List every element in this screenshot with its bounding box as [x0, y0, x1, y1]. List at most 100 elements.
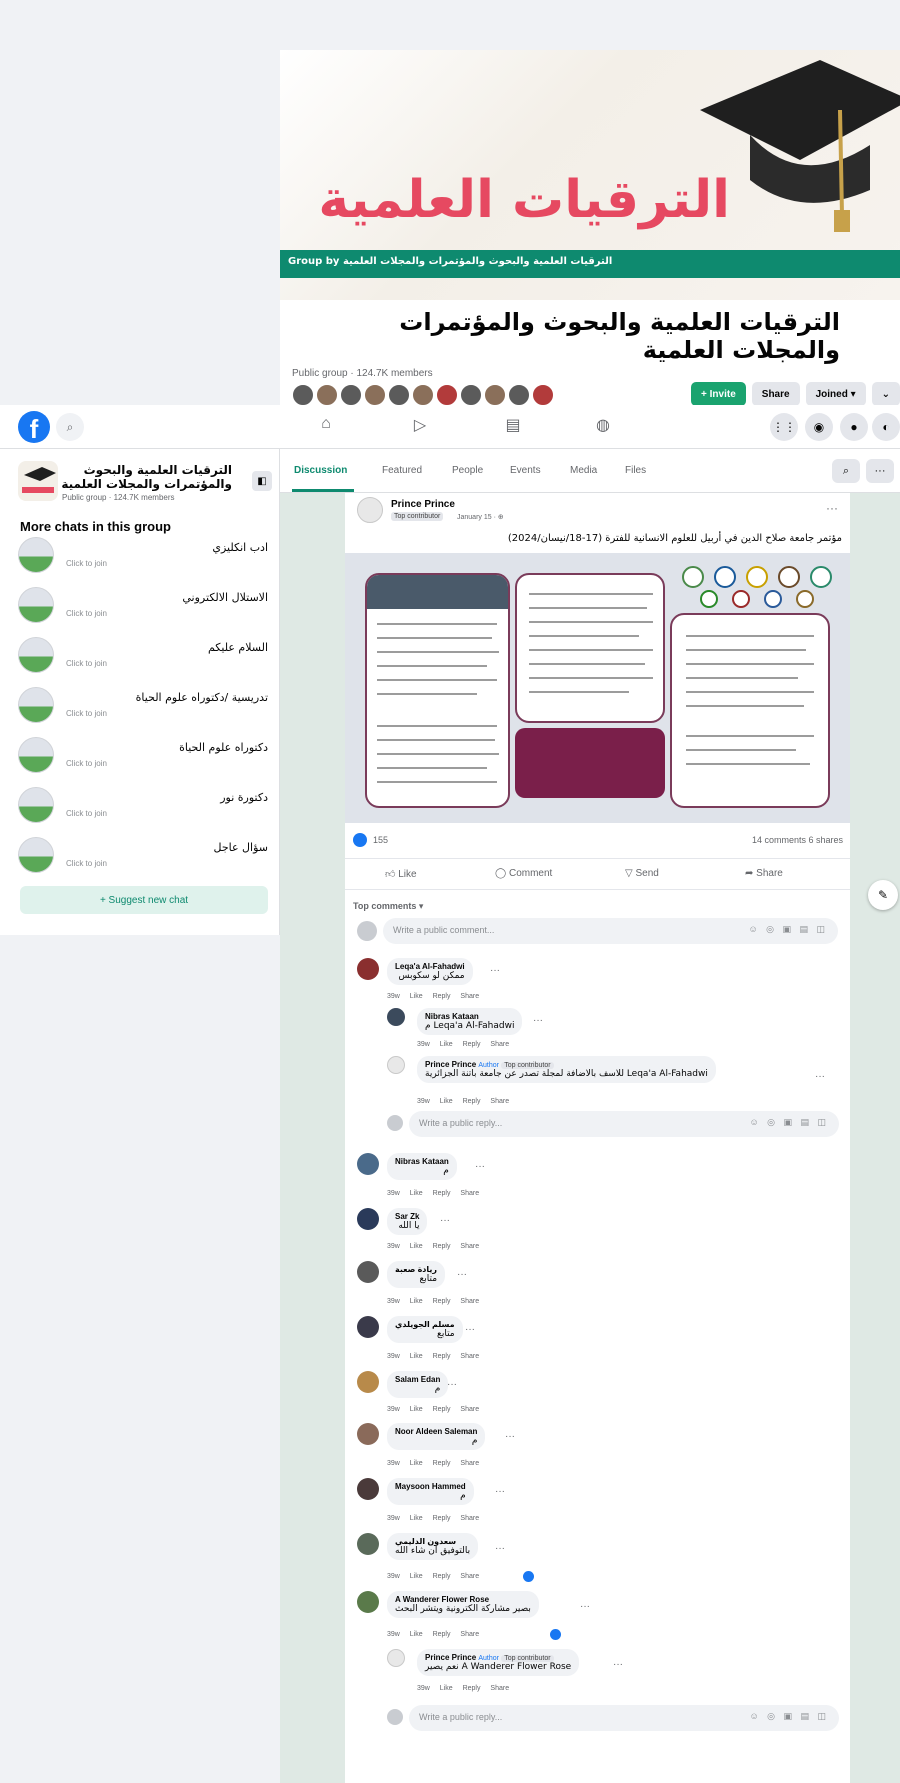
member-avatars[interactable] — [292, 384, 554, 406]
reply-input[interactable]: Write a public reply... ☺ ◎ ▣ ▤ ◫ — [409, 1705, 839, 1731]
comment-meta[interactable]: 39w Like Reply Share — [417, 1098, 509, 1105]
comment-options-icon[interactable]: ··· — [505, 1431, 515, 1442]
tab-featured[interactable]: Featured — [382, 465, 422, 476]
comment-tools-icons[interactable]: ☺ ◎ ▣ ▤ ◫ — [749, 1711, 829, 1722]
cover-strip-text[interactable]: Group by الترقيات العلمية والبحوث والمؤت… — [288, 256, 612, 267]
comment-meta[interactable]: 39w Like Reply Share — [387, 993, 479, 1000]
gaming-icon[interactable]: ◍ — [590, 415, 616, 439]
messenger-icon[interactable]: ◉ — [805, 413, 833, 441]
commenter-name[interactable]: Prince Prince Author Top contributor — [425, 1653, 571, 1662]
member-avatar[interactable] — [340, 384, 362, 406]
comment-options-icon[interactable]: ··· — [475, 1161, 485, 1172]
member-avatar[interactable] — [388, 384, 410, 406]
comment-options-icon[interactable]: ··· — [490, 965, 500, 976]
commenter-avatar[interactable] — [357, 1478, 379, 1500]
sidebar-group-row[interactable]: الترقيات العلمية والبحوث والمؤتمرات والم… — [18, 461, 272, 507]
like-reaction-icon[interactable] — [523, 1571, 534, 1582]
member-avatar[interactable] — [364, 384, 386, 406]
marketplace-icon[interactable]: ▤ — [500, 415, 526, 439]
invite-button[interactable]: + Invite — [691, 382, 746, 406]
commenter-avatar[interactable] — [387, 1649, 405, 1667]
comment-options-icon[interactable]: ··· — [465, 1324, 475, 1335]
chat-item[interactable]: ادب انكليزي Click to join — [18, 533, 268, 581]
comment-sort-dropdown[interactable]: Top comments ▾ — [353, 901, 423, 912]
chat-item[interactable]: دكتوراه علوم الحياة Click to join — [18, 733, 268, 781]
post-author-avatar[interactable] — [357, 497, 383, 523]
tab-people[interactable]: People — [452, 465, 483, 476]
comment-meta[interactable]: 39w Like Reply Share — [387, 1243, 479, 1250]
facebook-logo-icon[interactable]: f — [18, 411, 50, 444]
commenter-avatar[interactable] — [357, 1316, 379, 1338]
comment-button[interactable]: ◯ Comment — [495, 868, 552, 879]
group-name[interactable]: الترقيات العلمية والبحوث والمؤتمرات والم… — [320, 308, 840, 364]
comment-options-icon[interactable]: ··· — [495, 1486, 505, 1497]
chat-item[interactable]: دكتورة نور Click to join — [18, 783, 268, 831]
chat-item[interactable]: سؤال عاجل Click to join — [18, 833, 268, 881]
commenter-name[interactable]: Noor Aldeen Saleman — [395, 1427, 477, 1436]
new-message-edit-icon[interactable]: ✎ — [868, 880, 898, 910]
share-post-button[interactable]: ➦ Share — [745, 868, 783, 879]
comment-options-icon[interactable]: ··· — [815, 1071, 825, 1082]
commenter-avatar[interactable] — [357, 1591, 379, 1613]
comment-meta[interactable]: 39w Like Reply Share — [387, 1406, 479, 1413]
commenter-name[interactable]: سعدون الدليمي — [395, 1537, 470, 1546]
commenter-name[interactable]: Nibras Kataan — [425, 1012, 514, 1021]
send-button[interactable]: ▽ Send — [625, 868, 659, 879]
menu-icon[interactable]: ⋮⋮ — [770, 413, 798, 441]
comment-options-icon[interactable]: ··· — [447, 1379, 457, 1390]
comment-tools-icons[interactable]: ☺ ◎ ▣ ▤ ◫ — [749, 1117, 829, 1128]
search-icon[interactable]: ⌕ — [56, 413, 84, 441]
more-options-icon[interactable]: ··· — [866, 459, 894, 483]
comment-options-icon[interactable]: ··· — [613, 1659, 623, 1670]
chat-item[interactable]: السلام عليكم Click to join — [18, 633, 268, 681]
comment-tools-icons[interactable]: ☺ ◎ ▣ ▤ ◫ — [748, 924, 828, 935]
home-icon[interactable]: ⌂ — [313, 415, 339, 439]
video-icon[interactable]: ▷ — [407, 415, 433, 439]
group-search-icon[interactable]: ⌕ — [832, 459, 860, 483]
comment-meta[interactable]: 39w Like Reply Share — [387, 1515, 479, 1522]
commenter-avatar[interactable] — [357, 1371, 379, 1393]
member-avatar[interactable] — [292, 384, 314, 406]
tab-discussion[interactable]: Discussion — [294, 465, 347, 476]
commenter-avatar[interactable] — [357, 1261, 379, 1283]
comment-input[interactable]: Write a public comment... ☺ ◎ ▣ ▤ ◫ — [383, 918, 838, 944]
comment-meta[interactable]: 39w Like Reply Share — [417, 1041, 509, 1048]
member-avatar[interactable] — [436, 384, 458, 406]
commenter-avatar[interactable] — [357, 958, 379, 980]
joined-button[interactable]: Joined ▾ — [805, 382, 866, 406]
member-avatar[interactable] — [460, 384, 482, 406]
commenter-name[interactable]: A Wanderer Flower Rose — [395, 1595, 531, 1604]
tab-media[interactable]: Media — [570, 465, 597, 476]
comment-options-icon[interactable]: ··· — [495, 1543, 505, 1554]
member-avatar[interactable] — [316, 384, 338, 406]
post-timestamp[interactable]: January 15 · ⊕ — [457, 513, 504, 521]
comment-options-icon[interactable]: ··· — [440, 1215, 450, 1226]
comment-meta[interactable]: 39w Like Reply Share — [417, 1685, 509, 1692]
like-reaction-icon[interactable] — [550, 1629, 561, 1640]
tab-files[interactable]: Files — [625, 465, 646, 476]
share-button[interactable]: Share — [751, 382, 800, 406]
commenter-avatar[interactable] — [357, 1533, 379, 1555]
post-author-name[interactable]: Prince Prince — [391, 499, 455, 510]
post-options-icon[interactable]: ··· — [826, 501, 838, 515]
reaction-count[interactable]: 155 — [373, 835, 388, 845]
commenter-name[interactable]: Maysoon Hammed — [395, 1482, 466, 1491]
comment-options-icon[interactable]: ··· — [580, 1601, 590, 1612]
commenter-name[interactable]: ريادة صعبة — [395, 1265, 437, 1274]
suggest-new-chat-button[interactable]: + Suggest new chat — [20, 886, 268, 914]
commenter-avatar[interactable] — [387, 1008, 405, 1026]
member-avatar[interactable] — [412, 384, 434, 406]
comment-meta[interactable]: 39w Like Reply Share — [387, 1631, 479, 1638]
commenter-name[interactable]: Leqa'a Al-Fahadwi — [395, 962, 465, 971]
comment-meta[interactable]: 39w Like Reply Share — [387, 1298, 479, 1305]
commenter-name[interactable]: Salam Edan — [395, 1375, 440, 1384]
commenter-name[interactable]: مسلم الجويلدي — [395, 1320, 455, 1329]
like-reaction-icon[interactable] — [353, 833, 367, 847]
comment-meta[interactable]: 39w Like Reply Share — [387, 1460, 479, 1467]
tab-events[interactable]: Events — [510, 465, 541, 476]
bell-icon[interactable]: ● — [840, 413, 868, 441]
comment-options-icon[interactable]: ··· — [533, 1015, 543, 1026]
reply-input[interactable]: Write a public reply... ☺ ◎ ▣ ▤ ◫ — [409, 1111, 839, 1137]
member-avatar[interactable] — [484, 384, 506, 406]
chat-item[interactable]: تدريسية /دكتوراه علوم الحياة Click to jo… — [18, 683, 268, 731]
